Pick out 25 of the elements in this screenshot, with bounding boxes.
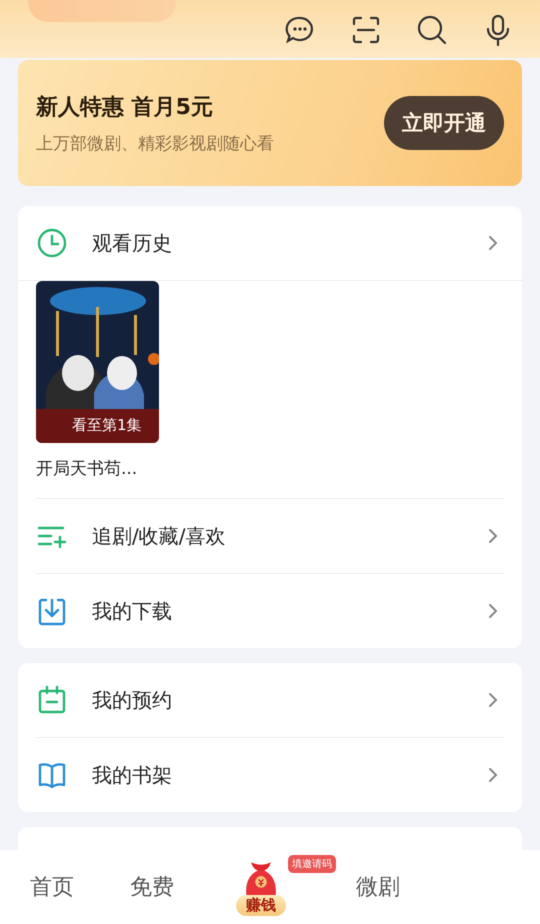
menu-label[interactable]: 追剧/收藏/喜欢 bbox=[92, 522, 488, 550]
progress-caption: 看至第1集 bbox=[72, 416, 142, 435]
promo-subtitle: 上万部微剧、精彩影视剧随心看 bbox=[36, 132, 274, 154]
subscribe-button[interactable]: 立即开通 bbox=[384, 96, 504, 150]
menu-label[interactable]: 我的下载 bbox=[92, 598, 488, 624]
video-title[interactable]: 开局天书苟... bbox=[36, 457, 522, 480]
chevron-icon[interactable] bbox=[488, 603, 498, 619]
chevron-icon[interactable] bbox=[488, 692, 498, 708]
invite-badge: 填邀请码 bbox=[288, 854, 336, 872]
calendar-icon bbox=[36, 684, 68, 716]
promo-title: 新人特惠 首月5元 bbox=[36, 94, 214, 122]
clock-icon bbox=[36, 227, 68, 259]
earn-tab[interactable]: 赚钱 bbox=[236, 894, 286, 916]
nav-tab[interactable]: 微剧 bbox=[356, 872, 400, 902]
menu-label[interactable]: 我的书架 bbox=[92, 762, 488, 788]
chevron-icon[interactable] bbox=[488, 528, 498, 544]
nav-tab[interactable]: 首页 bbox=[30, 872, 74, 902]
scan-icon[interactable] bbox=[350, 14, 382, 46]
nav-tab[interactable]: 免费 bbox=[130, 872, 174, 902]
menu-label[interactable]: 我的预约 bbox=[92, 686, 488, 714]
menu-label[interactable]: 观看历史 bbox=[92, 230, 488, 256]
chevron-icon[interactable] bbox=[488, 767, 498, 783]
search-icon[interactable] bbox=[416, 14, 448, 46]
message-icon[interactable] bbox=[284, 14, 316, 46]
chevron-icon[interactable] bbox=[488, 235, 498, 251]
